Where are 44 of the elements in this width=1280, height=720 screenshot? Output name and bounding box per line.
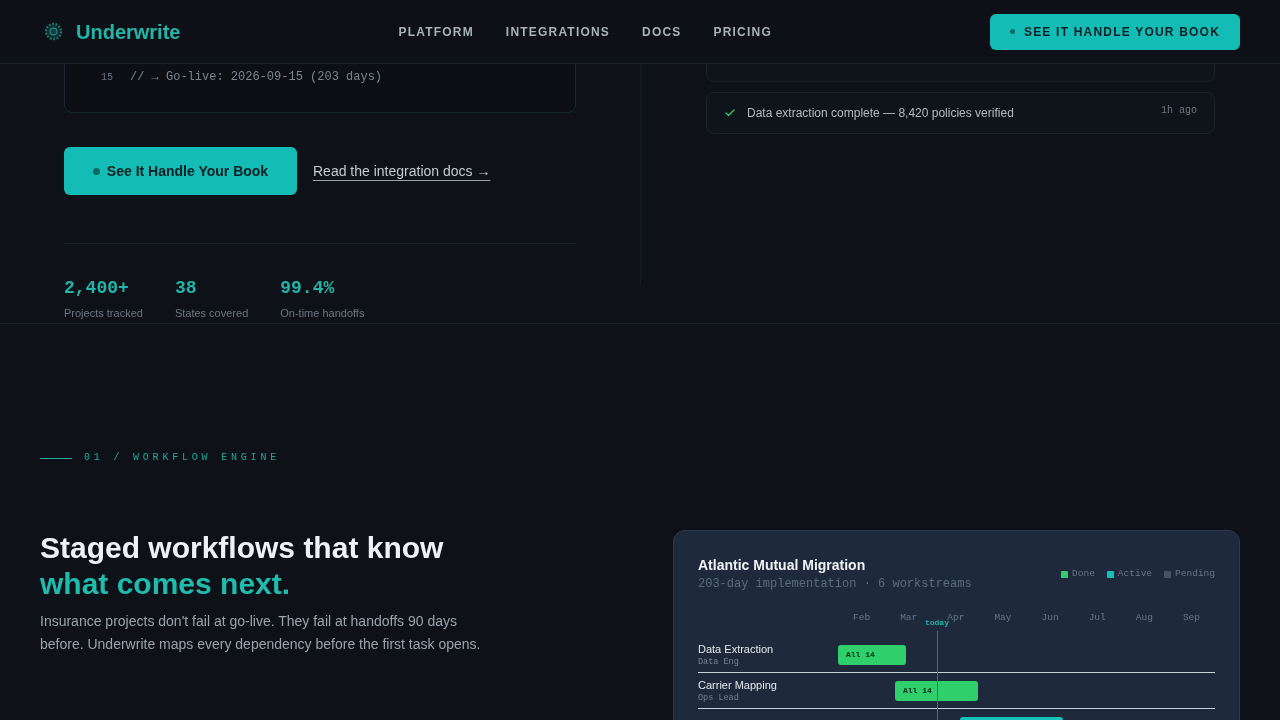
legend-label: Active [1117,567,1153,581]
month-label: Aug [1135,612,1153,624]
stat-label: On-time handoffs [280,306,365,320]
code-line: // → Go-live: 2026-09-15 (203 days) [130,69,383,86]
stat-label: Projects tracked [64,306,143,320]
stat-value: 2,400+ [64,277,130,300]
stat-label: States covered [174,306,249,320]
docs-link[interactable]: Read the integration docs → [313,160,491,182]
month-label: Sep [1182,612,1200,624]
workstream-owner: Ops Lead [698,692,740,704]
cog-icon [44,22,63,41]
activity-text: Data extraction complete — 8,420 policies verified [747,105,1014,122]
section-body: Insurance projects don't fail at go-live. They fail at handoffs 90 days before. Underwrite maps every dependency before the first task opens. [40,612,482,654]
gantt-bar[interactable]: All 14 [838,645,906,665]
month-label: Jun [1041,612,1059,624]
card-title: Atlantic Mutual Migration [698,556,867,575]
month-label: Jul [1088,612,1106,624]
stat-value: 38 [174,277,198,300]
workstream-owner: Data Eng [698,656,740,668]
nav-link[interactable]: DOCS [642,22,682,41]
primary-button[interactable]: See It Handle Your Book [64,147,297,195]
workstream-name: Data Extraction [698,642,775,656]
month-label: Mar [900,612,918,624]
gantt-bar[interactable]: All 14 [894,681,978,701]
cta-button[interactable]: SEE IT HANDLE YOUR BOOK [990,13,1240,50]
legend-label: Done [1072,567,1095,581]
month-label: Apr [947,612,965,623]
month-label: May [994,612,1012,624]
nav-link[interactable]: PLATFORM [398,22,474,41]
brand-name[interactable]: Underwrite [76,21,181,42]
card-subtitle: 203-day implementation · 6 workstreams [698,576,972,593]
month-label: Feb [853,612,871,624]
section-eyebrow: 01 / WORKFLOW ENGINE [84,452,281,464]
today-label: today [924,618,949,628]
section-heading: what comes next. [40,566,292,602]
nav-link[interactable]: INTEGRATIONS [505,22,611,41]
stat-value: 99.4% [280,277,336,300]
nav-link[interactable]: PRICING [713,22,772,41]
workstream-name: Carrier Mapping [698,678,778,692]
section-heading: Staged workflows that know [40,530,445,566]
check-icon [724,107,736,119]
activity-time: 1h ago [1161,104,1197,118]
legend-label: Pending [1175,567,1215,581]
line-number: 15 [101,70,114,85]
